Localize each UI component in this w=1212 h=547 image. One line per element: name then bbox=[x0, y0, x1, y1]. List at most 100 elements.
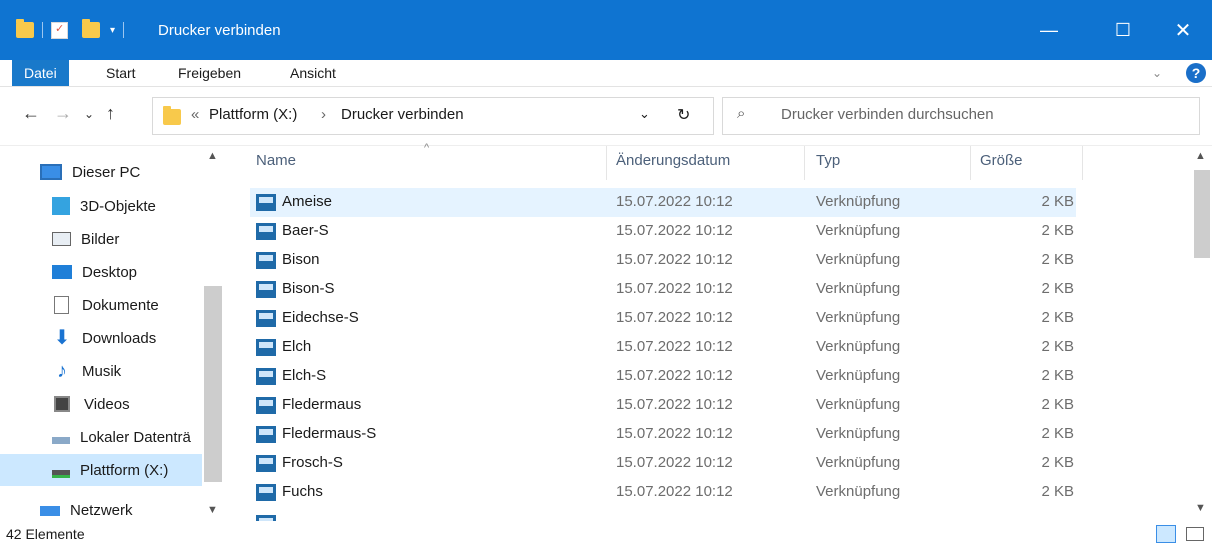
column-divider[interactable] bbox=[804, 146, 805, 180]
item-count: 42 Elemente bbox=[6, 526, 85, 542]
table-row[interactable]: Elch-S 15.07.2022 10:12 Verknüpfung 2 KB bbox=[250, 362, 1076, 391]
nav-label: 3D-Objekte bbox=[80, 197, 156, 215]
up-arrow-icon[interactable]: ↑ bbox=[106, 103, 115, 124]
table-row[interactable]: Bison 15.07.2022 10:12 Verknüpfung 2 KB bbox=[250, 246, 1076, 275]
shortcut-icon bbox=[256, 309, 276, 327]
minimize-button[interactable]: — bbox=[1026, 0, 1072, 60]
file-date: 15.07.2022 10:12 bbox=[616, 251, 733, 268]
shortcut-icon bbox=[256, 425, 276, 443]
file-date: 15.07.2022 10:12 bbox=[616, 280, 733, 297]
table-row[interactable]: Ameise 15.07.2022 10:12 Verknüpfung 2 KB bbox=[250, 188, 1076, 217]
monitor-icon bbox=[40, 164, 62, 180]
shortcut-icon bbox=[256, 222, 276, 240]
shortcut-icon bbox=[256, 280, 276, 298]
table-row[interactable]: Frosch-S 15.07.2022 10:12 Verknüpfung 2 … bbox=[250, 449, 1076, 478]
table-row[interactable]: Bison-S 15.07.2022 10:12 Verknüpfung 2 K… bbox=[250, 275, 1076, 304]
shortcut-icon bbox=[256, 396, 276, 414]
desktop-icon bbox=[52, 265, 72, 279]
nav-label: Desktop bbox=[82, 263, 138, 281]
close-button[interactable]: ✕ bbox=[1160, 0, 1206, 60]
file-type: Verknüpfung bbox=[816, 396, 901, 413]
file-scroll-thumb[interactable] bbox=[1194, 170, 1210, 258]
details-view-icon[interactable] bbox=[1156, 525, 1176, 543]
table-row[interactable]: Fledermaus 15.07.2022 10:12 Verknüpfung … bbox=[250, 391, 1076, 420]
file-type: Verknüpfung bbox=[816, 367, 901, 384]
table-row[interactable]: Fuchs 15.07.2022 10:12 Verknüpfung 2 KB bbox=[250, 478, 1076, 507]
address-dropdown-icon[interactable]: ⌄ bbox=[639, 106, 650, 122]
table-row-partial[interactable] bbox=[250, 507, 1076, 521]
tab-start[interactable]: Start bbox=[106, 60, 136, 86]
file-size: 2 KB bbox=[1041, 396, 1074, 413]
file-type: Verknüpfung bbox=[816, 280, 901, 297]
file-date: 15.07.2022 10:12 bbox=[616, 222, 733, 239]
file-date: 15.07.2022 10:12 bbox=[616, 454, 733, 471]
shortcut-icon bbox=[256, 251, 276, 269]
refresh-icon[interactable]: ↻ bbox=[677, 105, 690, 125]
file-date: 15.07.2022 10:12 bbox=[616, 425, 733, 442]
folder-icon bbox=[163, 106, 181, 125]
properties-icon[interactable]: ✓ bbox=[51, 21, 68, 39]
table-row[interactable]: Baer-S 15.07.2022 10:12 Verknüpfung 2 KB bbox=[250, 217, 1076, 246]
forward-arrow-icon[interactable]: → bbox=[54, 103, 72, 124]
navigation-pane: Dieser PC 3D-Objekte Bilder Desktop Doku… bbox=[0, 146, 224, 522]
pictures-icon bbox=[52, 232, 71, 246]
file-date: 15.07.2022 10:12 bbox=[616, 396, 733, 413]
recent-locations-icon[interactable]: ⌄ bbox=[84, 107, 94, 121]
column-type[interactable]: Typ bbox=[816, 152, 840, 169]
table-row[interactable]: Eidechse-S 15.07.2022 10:12 Verknüpfung … bbox=[250, 304, 1076, 333]
file-list-scrollbar[interactable]: ▲ ▼ bbox=[1190, 146, 1212, 522]
file-size: 2 KB bbox=[1041, 367, 1074, 384]
scroll-up-icon[interactable]: ▲ bbox=[1195, 150, 1206, 162]
nav-label: Dieser PC bbox=[72, 163, 141, 181]
file-name: Ameise bbox=[282, 193, 333, 210]
table-row[interactable]: Elch 15.07.2022 10:12 Verknüpfung 2 KB bbox=[250, 333, 1076, 362]
tab-datei[interactable]: Datei bbox=[12, 60, 69, 86]
column-divider[interactable] bbox=[606, 146, 607, 180]
column-divider[interactable] bbox=[1082, 146, 1083, 180]
divider bbox=[123, 22, 125, 38]
table-row[interactable]: Fledermaus-S 15.07.2022 10:12 Verknüpfun… bbox=[250, 420, 1076, 449]
scroll-up-icon[interactable]: ▲ bbox=[207, 150, 218, 162]
column-size[interactable]: Größe bbox=[980, 152, 1023, 169]
column-date[interactable]: Änderungsdatum bbox=[616, 152, 730, 169]
new-folder-icon[interactable] bbox=[82, 19, 100, 38]
divider bbox=[42, 22, 43, 38]
file-date: 15.07.2022 10:12 bbox=[616, 367, 733, 384]
cube-icon bbox=[52, 197, 70, 215]
file-size: 2 KB bbox=[1041, 338, 1074, 355]
tab-ansicht[interactable]: Ansicht bbox=[290, 60, 336, 86]
column-name[interactable]: Name bbox=[256, 152, 296, 169]
back-arrow-icon[interactable]: ← bbox=[22, 103, 40, 124]
overflow-chevron[interactable]: « bbox=[191, 106, 199, 123]
ribbon-expand-icon[interactable]: ⌄ bbox=[1152, 60, 1162, 86]
scroll-down-icon[interactable]: ▼ bbox=[207, 504, 218, 516]
scroll-down-icon[interactable]: ▼ bbox=[1195, 502, 1206, 514]
nav-label: Dokumente bbox=[82, 296, 159, 314]
maximize-button[interactable]: ☐ bbox=[1100, 0, 1146, 60]
tab-freigeben[interactable]: Freigeben bbox=[178, 60, 241, 86]
shortcut-icon bbox=[256, 515, 276, 521]
nav-scrollbar[interactable]: ▲ ▼ bbox=[202, 146, 224, 522]
help-icon[interactable]: ? bbox=[1186, 63, 1206, 83]
breadcrumb-drucker-verbinden[interactable]: Drucker verbinden bbox=[341, 106, 464, 123]
file-type: Verknüpfung bbox=[816, 483, 901, 500]
file-size: 2 KB bbox=[1041, 425, 1074, 442]
file-date: 15.07.2022 10:12 bbox=[616, 483, 733, 500]
column-header: Name ^ Änderungsdatum Typ Größe bbox=[244, 142, 1084, 180]
nav-item-plattform[interactable]: Plattform (X:) bbox=[0, 454, 202, 486]
file-name: Fledermaus-S bbox=[282, 425, 377, 442]
file-size: 2 KB bbox=[1041, 251, 1074, 268]
file-name: Fledermaus bbox=[282, 396, 362, 413]
customize-toolbar-icon[interactable]: ▾ bbox=[110, 25, 115, 36]
search-icon: ⌕ bbox=[737, 105, 746, 122]
file-date: 15.07.2022 10:12 bbox=[616, 309, 733, 326]
address-field[interactable]: « Plattform (X:) › Drucker verbinden ⌄ ↻ bbox=[152, 97, 714, 135]
large-icons-view-icon[interactable] bbox=[1186, 527, 1204, 541]
breadcrumb-plattform[interactable]: Plattform (X:) bbox=[209, 106, 297, 123]
column-divider[interactable] bbox=[970, 146, 971, 180]
search-field[interactable]: ⌕ Drucker verbinden durchsuchen bbox=[722, 97, 1200, 135]
title-bar: ✓ ▾ Drucker verbinden — ☐ ✕ bbox=[0, 0, 1212, 60]
file-size: 2 KB bbox=[1041, 280, 1074, 297]
nav-scroll-thumb[interactable] bbox=[204, 286, 222, 482]
quick-access-toolbar: ✓ ▾ bbox=[16, 18, 132, 42]
